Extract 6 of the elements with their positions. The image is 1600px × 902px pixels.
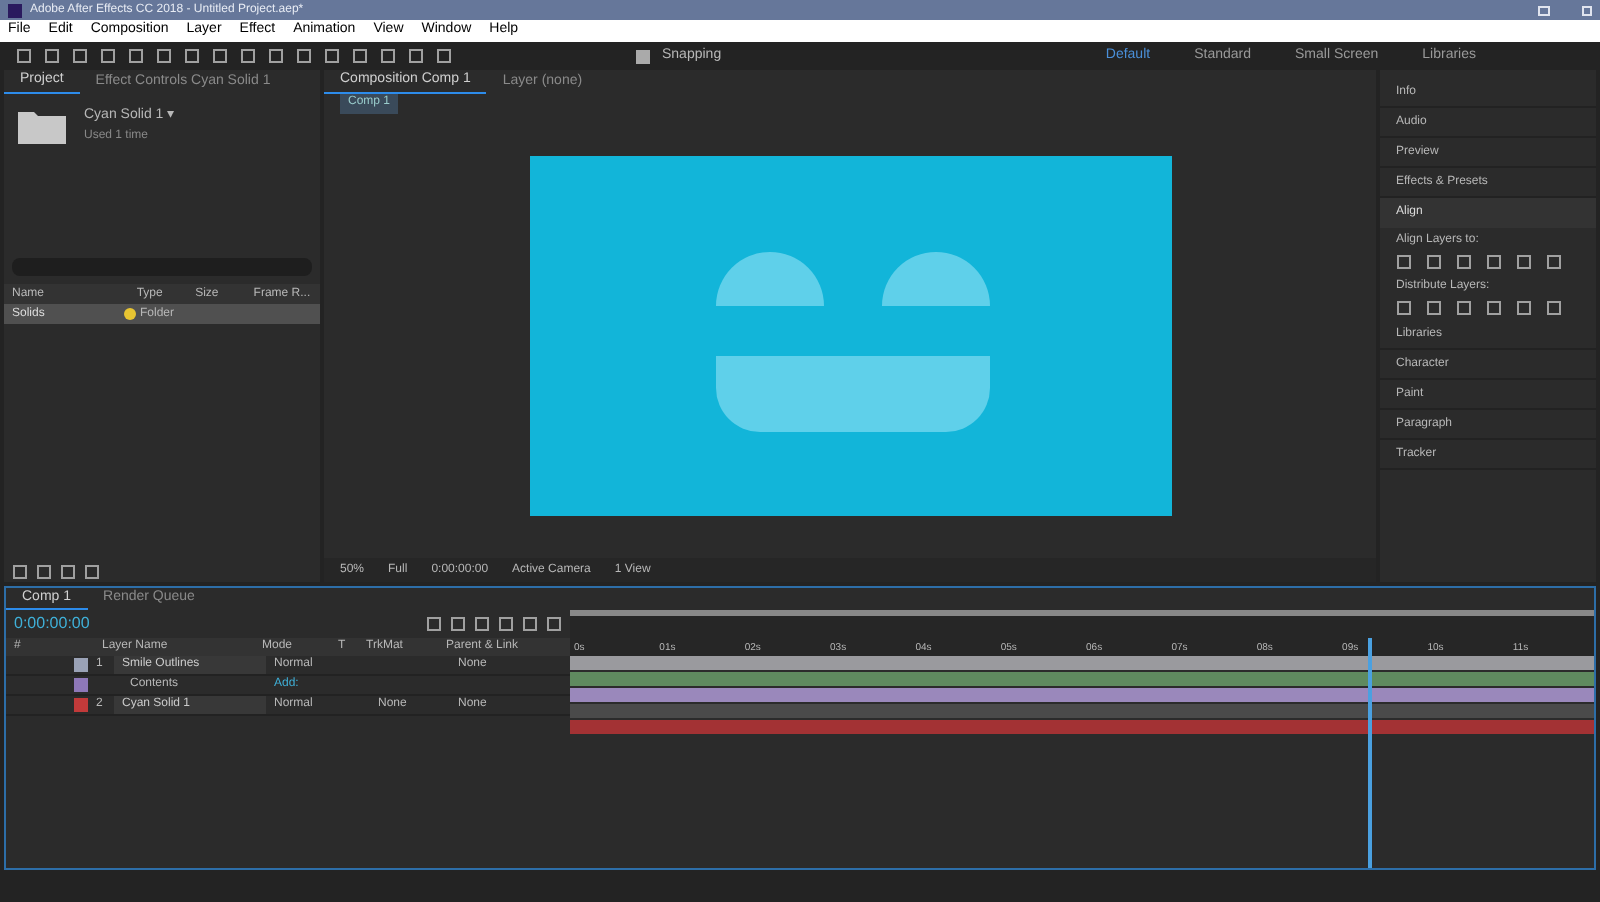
timecode[interactable]: 0:00:00:00: [14, 612, 90, 636]
app-icon: [8, 3, 22, 17]
maximize-icon[interactable]: [1538, 5, 1550, 15]
playhead[interactable]: [1368, 638, 1373, 868]
folder-icon: [16, 106, 68, 146]
snapping-checkbox[interactable]: [636, 49, 650, 63]
